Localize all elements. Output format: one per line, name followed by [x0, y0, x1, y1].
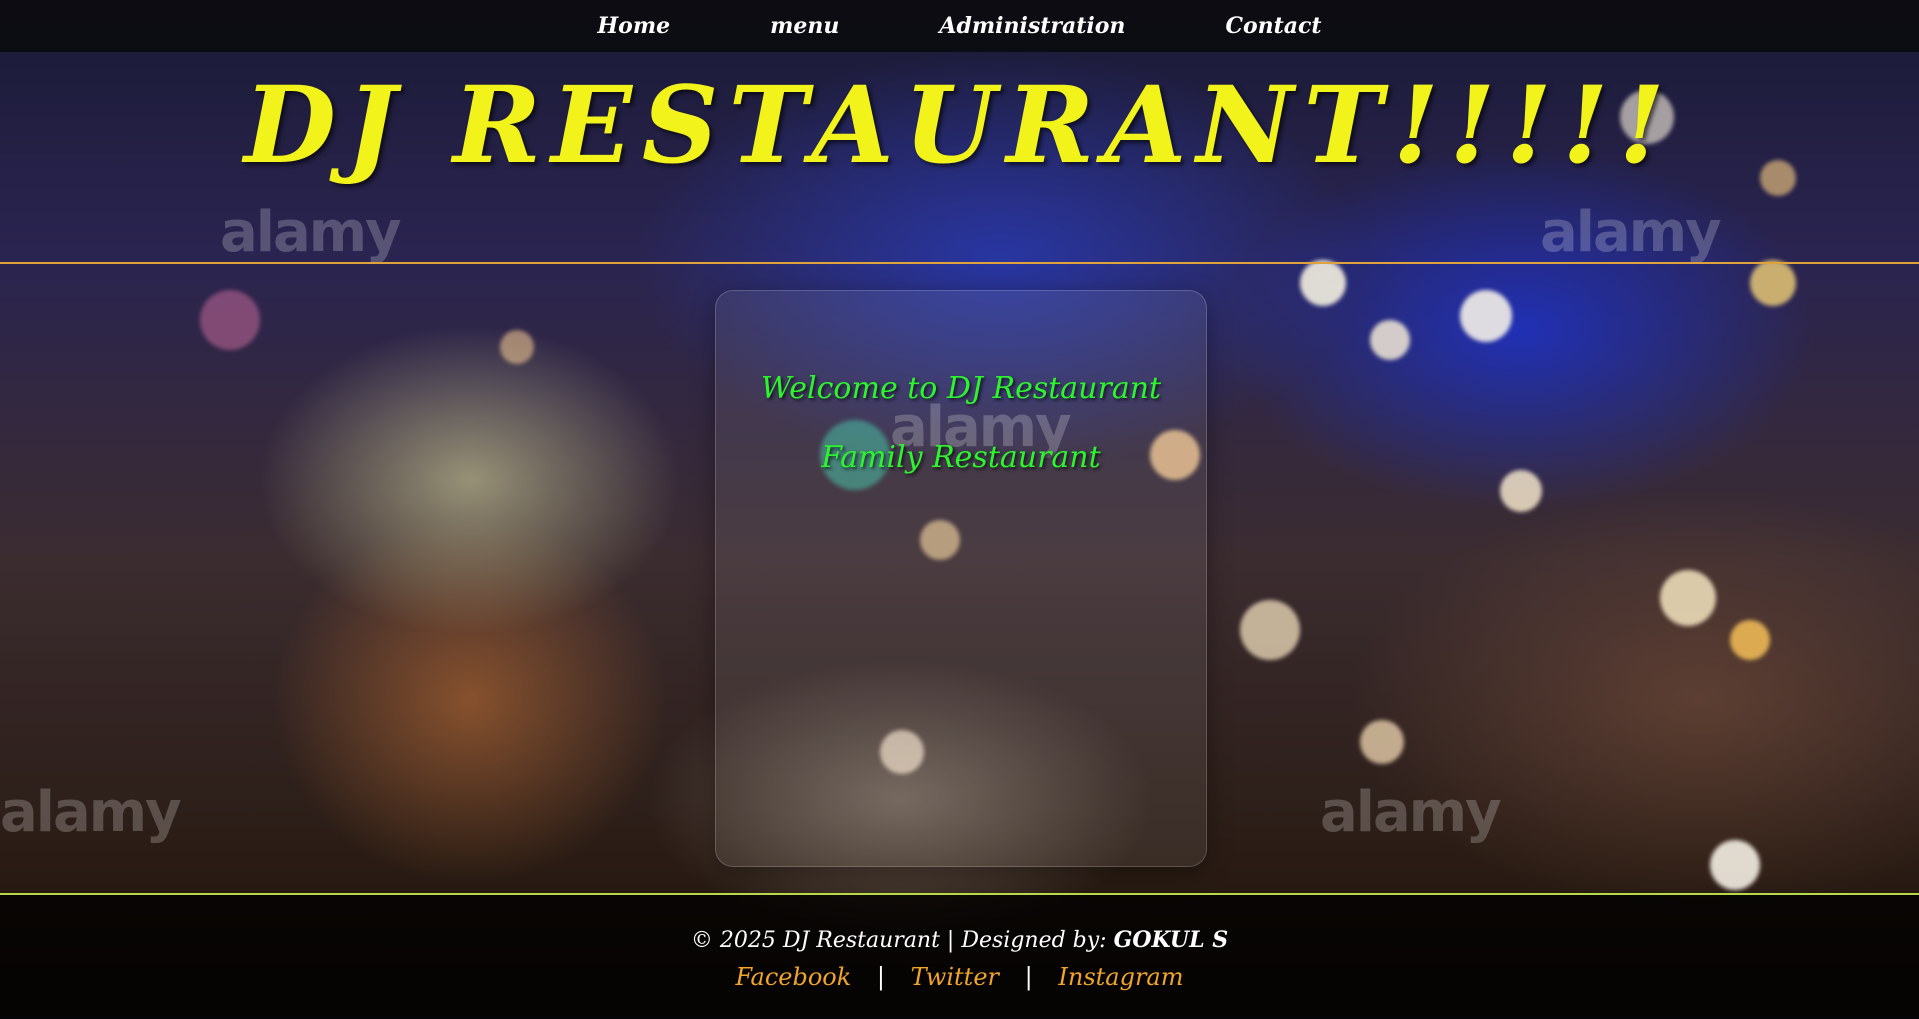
bokeh-light — [200, 290, 260, 350]
copyright-text: © 2025 DJ Restaurant | Designed by: — [690, 928, 1107, 953]
social-links: Facebook | Twitter | Instagram — [0, 963, 1919, 991]
link-separator: | — [876, 963, 886, 991]
bokeh-light — [1500, 470, 1542, 512]
top-navigation: Home menu Administration Contact — [0, 0, 1919, 52]
watermark-text: alamy — [0, 780, 182, 845]
welcome-card: Welcome to DJ Restaurant Family Restaura… — [715, 290, 1207, 867]
copyright-line: © 2025 DJ Restaurant | Designed by: GOKU… — [0, 927, 1919, 953]
watermark-text: alamy — [1540, 200, 1722, 265]
welcome-heading: Welcome to DJ Restaurant — [760, 371, 1162, 406]
welcome-subtitle: Family Restaurant — [821, 440, 1101, 475]
link-separator: | — [1024, 963, 1033, 991]
nav-administration-link[interactable]: Administration — [939, 13, 1125, 39]
bokeh-light — [1710, 840, 1760, 890]
twitter-link[interactable]: Twitter — [911, 963, 999, 991]
bokeh-light — [500, 330, 534, 364]
bokeh-light — [1750, 260, 1796, 306]
bokeh-light — [1360, 720, 1404, 764]
bokeh-light — [1370, 320, 1410, 360]
header-divider — [0, 262, 1919, 264]
bokeh-light — [1300, 260, 1346, 306]
bokeh-light — [1730, 620, 1770, 660]
footer: © 2025 DJ Restaurant | Designed by: GOKU… — [0, 893, 1919, 1019]
page-title: DJ RESTAURANT!!!!! — [244, 62, 1675, 187]
instagram-link[interactable]: Instagram — [1058, 963, 1183, 991]
bokeh-light — [1660, 570, 1716, 626]
nav-menu-link[interactable]: menu — [770, 13, 839, 39]
watermark-text: alamy — [1320, 780, 1502, 845]
nav-contact-link[interactable]: Contact — [1225, 13, 1321, 39]
nav-home-link[interactable]: Home — [597, 13, 670, 39]
designer-name: GOKUL S — [1113, 927, 1229, 953]
bokeh-light — [1240, 600, 1300, 660]
watermark-text: alamy — [220, 200, 402, 265]
bokeh-light — [1460, 290, 1512, 342]
facebook-link[interactable]: Facebook — [736, 963, 852, 991]
